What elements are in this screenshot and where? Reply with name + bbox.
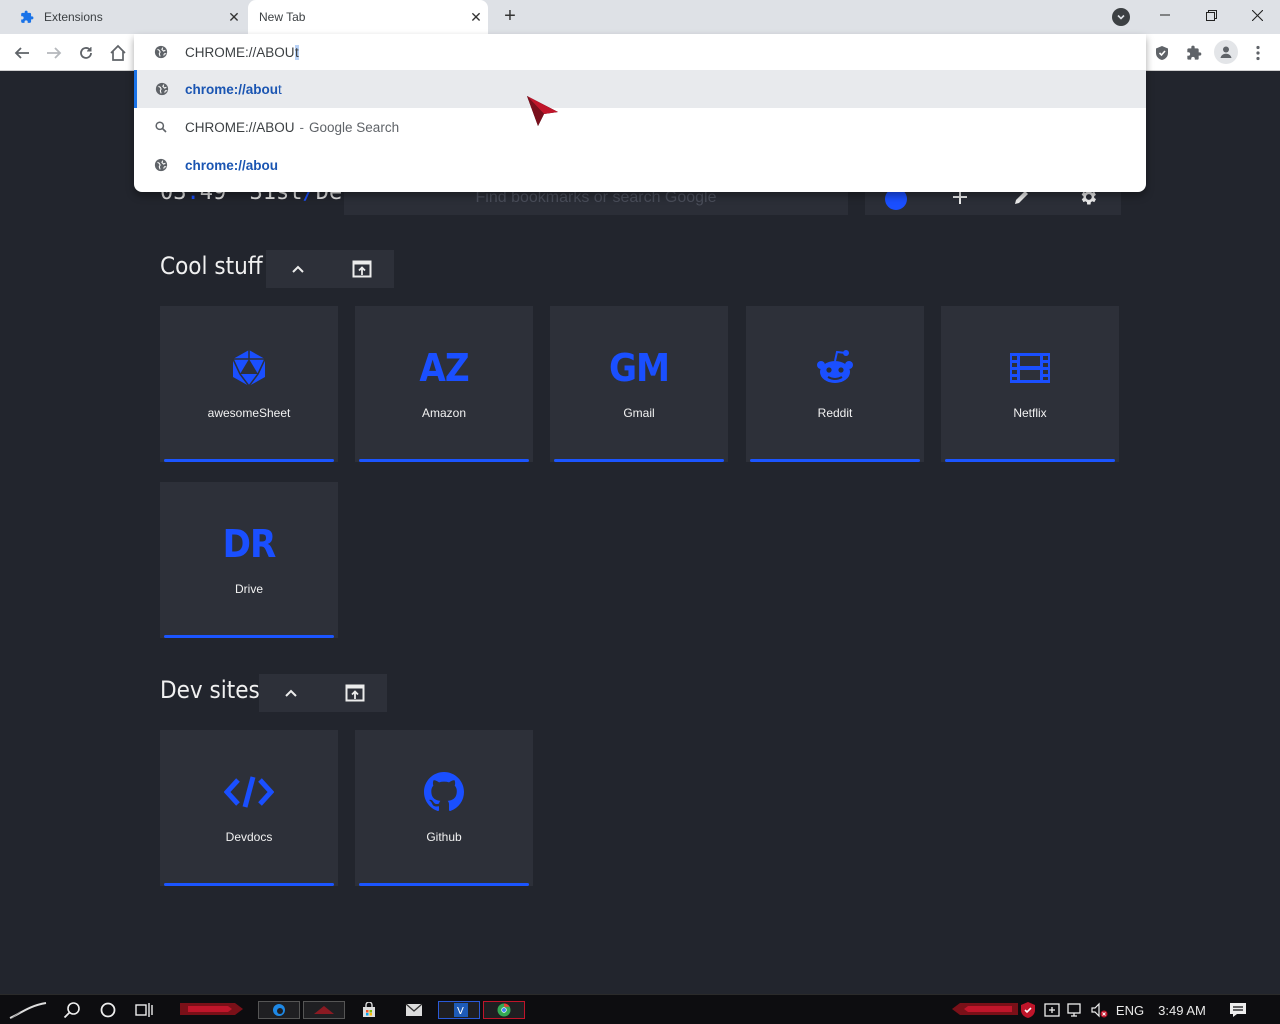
- open-all-icon[interactable]: [323, 674, 387, 712]
- typed-text: CHROME://ABOU: [185, 44, 295, 60]
- menu-kebab-icon[interactable]: [1247, 42, 1269, 64]
- restore-icon[interactable]: [1188, 0, 1234, 30]
- taskbar-clock[interactable]: 3:49 AM: [1152, 995, 1212, 1024]
- reload-icon[interactable]: [75, 42, 97, 64]
- bookmark-tile-devdocs[interactable]: Devdocs: [160, 730, 338, 886]
- tile-letters: GM: [608, 346, 670, 390]
- suggestion-row[interactable]: chrome://about: [134, 70, 1146, 108]
- bookmark-tile-reddit[interactable]: Reddit: [746, 306, 924, 462]
- taskbar-app-vscode[interactable]: V: [438, 1001, 480, 1019]
- new-tab-button[interactable]: +: [498, 5, 522, 29]
- section-controls: [266, 250, 394, 288]
- tab-title: Extensions: [44, 10, 103, 24]
- omnibox-dropdown: CHROME://ABOUt chrome://about CHROME://A…: [134, 34, 1146, 192]
- suggestion-query: CHROME://ABOU: [185, 119, 295, 135]
- d20-icon: [229, 348, 269, 388]
- section-title-dev-sites: Dev sites: [160, 676, 260, 704]
- extensions-puzzle-icon[interactable]: [1183, 42, 1205, 64]
- profile-avatar-icon[interactable]: [1214, 40, 1238, 64]
- collapse-chevron-up-icon[interactable]: [259, 674, 323, 712]
- bookmark-tile-gmail[interactable]: GM Gmail: [550, 306, 728, 462]
- suggestion-description: Google Search: [309, 119, 400, 135]
- tile-accent-bar: [945, 459, 1115, 462]
- tile-accent-bar: [164, 883, 334, 886]
- collapse-chevron-up-icon[interactable]: [266, 250, 330, 288]
- decorative-red-stripes: [952, 1003, 1018, 1015]
- tile-accent-bar: [164, 459, 334, 462]
- tile-letters: DR: [222, 522, 277, 566]
- section-controls: [259, 674, 387, 712]
- suggestion-rest: t: [278, 81, 282, 97]
- network-tray-icon[interactable]: [1064, 995, 1086, 1024]
- autocomplete-text: t: [294, 44, 300, 60]
- suggestion-match: chrome://abou: [185, 157, 279, 173]
- forward-arrow-icon[interactable]: [43, 42, 65, 64]
- home-icon[interactable]: [107, 42, 129, 64]
- suggestion-row[interactable]: CHROME://ABOU - Google Search: [134, 108, 1146, 146]
- suggestion-separator: -: [299, 119, 305, 135]
- tile-label: awesomeSheet: [207, 406, 291, 420]
- tile-label: Reddit: [817, 406, 853, 420]
- store-bag-icon[interactable]: [358, 995, 380, 1024]
- svg-text:V: V: [457, 1006, 464, 1017]
- close-tab-icon[interactable]: ✕: [464, 9, 488, 26]
- close-window-icon[interactable]: [1234, 0, 1280, 30]
- decorative-red-stripes: [180, 1003, 243, 1015]
- mouse-cursor-icon: [524, 94, 560, 128]
- shield-extension-icon[interactable]: [1151, 42, 1173, 64]
- bookmark-tile-awesomesheet[interactable]: awesomeSheet: [160, 306, 338, 462]
- bookmark-tile-netflix[interactable]: Netflix: [941, 306, 1119, 462]
- tab-extensions[interactable]: Extensions ✕: [8, 0, 246, 34]
- tile-accent-bar: [554, 459, 724, 462]
- tile-label: Netflix: [1013, 406, 1047, 420]
- tile-accent-bar: [359, 459, 529, 462]
- reddit-icon: [815, 348, 855, 388]
- tile-label: Devdocs: [225, 830, 273, 844]
- tab-search-icon[interactable]: [1112, 8, 1130, 26]
- power-tray-icon[interactable]: [1042, 995, 1064, 1024]
- bookmark-tile-github[interactable]: Github: [355, 730, 533, 886]
- tile-accent-bar: [750, 459, 920, 462]
- tile-label: Gmail: [623, 406, 655, 420]
- start-logo-icon[interactable]: [6, 995, 50, 1024]
- section-title-cool-stuff: Cool stuff: [160, 252, 263, 280]
- suggestion-row[interactable]: chrome://abou: [134, 146, 1146, 184]
- tile-letters: AZ: [419, 346, 469, 390]
- puzzle-icon: [20, 10, 34, 24]
- suggestion-match: chrome://abou: [185, 81, 279, 97]
- language-indicator[interactable]: ENG: [1112, 995, 1148, 1024]
- code-icon: [224, 772, 274, 812]
- search-icon[interactable]: [60, 995, 84, 1024]
- taskbar-app-chrome[interactable]: [483, 1001, 525, 1019]
- film-icon: [1009, 348, 1051, 388]
- back-arrow-icon[interactable]: [11, 42, 33, 64]
- tab-new-tab[interactable]: New Tab ✕: [248, 0, 488, 34]
- notification-center-icon[interactable]: [1226, 995, 1250, 1024]
- github-icon: [424, 772, 464, 812]
- bookmark-tile-drive[interactable]: DR Drive: [160, 482, 338, 638]
- tile-accent-bar: [359, 883, 529, 886]
- address-bar-input[interactable]: CHROME://ABOUt: [134, 34, 1146, 70]
- bookmark-tile-amazon[interactable]: AZ Amazon: [355, 306, 533, 462]
- globe-icon: [137, 82, 185, 96]
- tile-accent-bar: [164, 635, 334, 638]
- tab-title: New Tab: [259, 10, 306, 24]
- open-all-icon[interactable]: [330, 250, 394, 288]
- tile-label: Drive: [234, 582, 263, 596]
- globe-icon: [134, 45, 185, 59]
- shield-tray-icon[interactable]: [1016, 995, 1040, 1024]
- tile-label: Amazon: [421, 406, 467, 420]
- search-icon: [134, 121, 185, 133]
- close-tab-icon[interactable]: ✕: [222, 9, 246, 26]
- volume-muted-icon[interactable]: [1088, 995, 1110, 1024]
- task-view-icon[interactable]: [132, 995, 156, 1024]
- minimize-icon[interactable]: [1142, 0, 1188, 30]
- cortana-circle-icon[interactable]: [96, 995, 120, 1024]
- globe-icon: [134, 158, 185, 172]
- tile-label: Github: [426, 830, 462, 844]
- taskbar: V ENG 3:49 AM: [0, 994, 1280, 1024]
- mail-icon[interactable]: [402, 995, 426, 1024]
- taskbar-app-game[interactable]: [303, 1001, 345, 1019]
- taskbar-app-edge[interactable]: [258, 1001, 300, 1019]
